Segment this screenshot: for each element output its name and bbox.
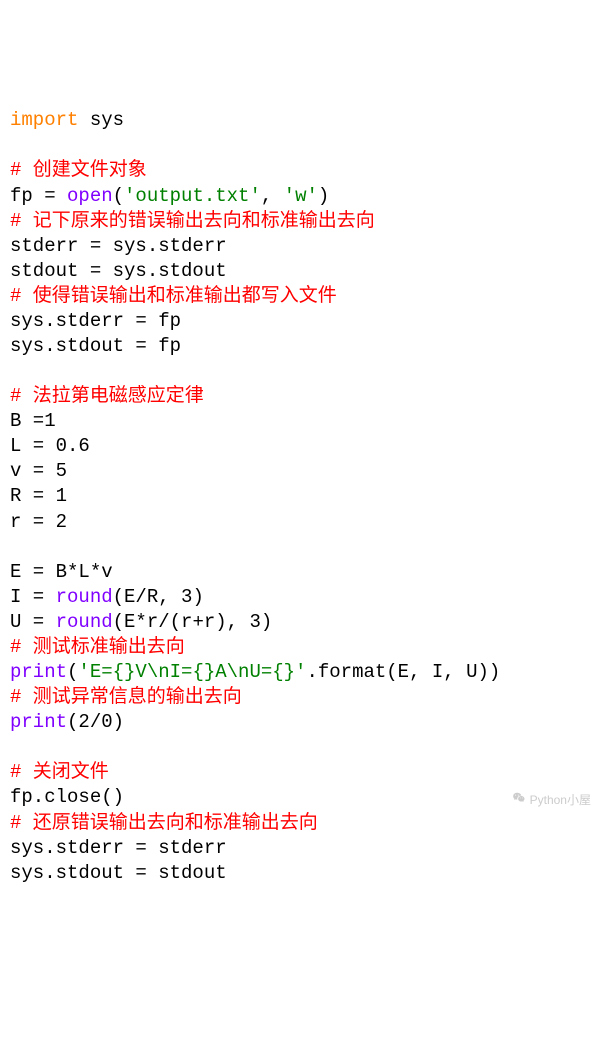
code-text: (E*r/(r+r), 3) [113, 611, 273, 633]
wechat-icon [498, 776, 525, 826]
keyword-import: import [10, 109, 78, 131]
code-text: I = [10, 586, 56, 608]
comment: # 使得错误输出和标准输出都写入文件 [10, 285, 337, 307]
builtin-round: round [56, 586, 113, 608]
watermark-text: Python小屋 [530, 793, 591, 809]
string-literal: 'w' [284, 185, 318, 207]
string-literal: 'output.txt' [124, 185, 261, 207]
code-text: ) [318, 185, 329, 207]
code-text: ( [113, 185, 124, 207]
code-text: , [261, 185, 284, 207]
watermark: Python小屋 [498, 776, 591, 826]
comment: # 测试异常信息的输出去向 [10, 686, 242, 708]
code-text: fp = [10, 185, 67, 207]
code-text: v = 5 [10, 460, 67, 482]
code-text: fp.close() [10, 786, 124, 808]
code-text: R = 1 [10, 485, 67, 507]
builtin-round: round [56, 611, 113, 633]
string-literal: 'E={}V\nI={}A\nU={}' [78, 661, 306, 683]
code-text: sys.stderr = fp [10, 310, 181, 332]
code-text: U = [10, 611, 56, 633]
code-text: stdout = sys.stdout [10, 260, 227, 282]
code-text: sys [78, 109, 124, 131]
builtin-open: open [67, 185, 113, 207]
comment: # 记下原来的错误输出去向和标准输出去向 [10, 210, 375, 232]
builtin-print: print [10, 661, 67, 683]
code-text: ( [67, 661, 78, 683]
comment: # 创建文件对象 [10, 159, 147, 181]
code-text: (2/0) [67, 711, 124, 733]
code-text: .format(E, I, U)) [306, 661, 500, 683]
comment: # 测试标准输出去向 [10, 636, 185, 658]
comment: # 法拉第电磁感应定律 [10, 385, 204, 407]
builtin-print: print [10, 711, 67, 733]
code-text: L = 0.6 [10, 435, 90, 457]
code-text: E = B*L*v [10, 561, 113, 583]
code-text: (E/R, 3) [113, 586, 204, 608]
code-text: B =1 [10, 410, 56, 432]
code-text: sys.stdout = stdout [10, 862, 227, 884]
comment: # 还原错误输出去向和标准输出去向 [10, 812, 318, 834]
code-text: r = 2 [10, 511, 67, 533]
code-text: sys.stderr = stderr [10, 837, 227, 859]
comment: # 关闭文件 [10, 761, 109, 783]
code-text: sys.stdout = fp [10, 335, 181, 357]
code-block: import sys # 创建文件对象 fp = open('output.tx… [10, 108, 599, 885]
code-text: stderr = sys.stderr [10, 235, 227, 257]
